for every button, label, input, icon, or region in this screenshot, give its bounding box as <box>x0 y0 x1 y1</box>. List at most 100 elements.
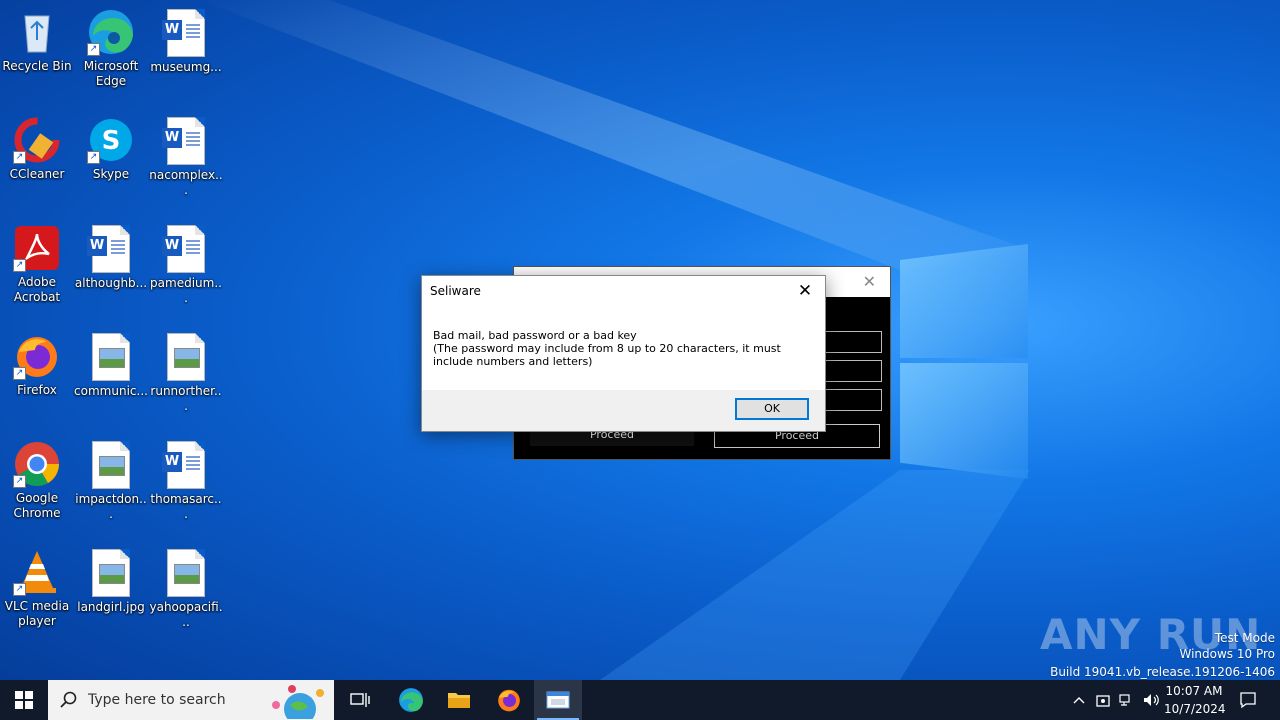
shortcut-arrow-icon: ↗ <box>13 367 26 380</box>
svg-text:S: S <box>102 126 121 156</box>
skype-icon: S ↗ <box>87 116 135 164</box>
windows-logo-pane-bottom <box>900 363 1028 479</box>
taskbar-firefox-button[interactable] <box>486 680 532 720</box>
desktop-icon-vlc[interactable]: ↗ VLC media player <box>0 548 74 629</box>
shortcut-arrow-icon: ↗ <box>87 43 100 56</box>
acrobat-icon: ↗ <box>13 224 61 272</box>
meet-now-icon <box>1096 695 1110 707</box>
desktop-icon-label: VLC media player <box>4 599 70 628</box>
background-window-close-icon[interactable]: ✕ <box>863 272 876 291</box>
desktop-icon-label: yahoopacifi... <box>149 600 223 629</box>
dialog-close-icon[interactable]: ✕ <box>791 278 819 304</box>
image-file-icon <box>87 333 135 381</box>
desktop-icon-firefox[interactable]: ↗ Firefox <box>0 332 74 398</box>
taskbar: Type here to search 10:07 AM 10/7/2024 <box>0 680 1280 720</box>
desktop-icon-image-file[interactable]: runnorther... <box>149 332 223 414</box>
desktop-icon-image-file[interactable]: impactdon... <box>74 440 148 522</box>
desktop-icon-google-chrome[interactable]: ↗ Google Chrome <box>0 440 74 521</box>
desktop-icon-recycle-bin[interactable]: Recycle Bin <box>0 8 74 74</box>
desktop-icon-label: museumg... <box>150 60 222 74</box>
clock-time[interactable]: 10:07 AM <box>1164 684 1224 698</box>
word-document-icon: W <box>162 9 210 57</box>
desktop-icon-label: runnorther... <box>150 384 222 413</box>
desktop-icon-word-doc[interactable]: W museumg... <box>149 8 223 75</box>
taskbar-search-box[interactable]: Type here to search <box>48 680 334 720</box>
dialog-message: Bad mail, bad password or a bad key (The… <box>433 329 781 368</box>
test-mode-text: Test Mode <box>1214 631 1275 645</box>
clock-date[interactable]: 10/7/2024 <box>1164 702 1226 716</box>
firefox-icon <box>498 689 520 712</box>
task-view-button[interactable] <box>340 680 380 720</box>
search-highlight-icon <box>272 685 324 719</box>
desktop-icon-label: landgirl.jpg <box>77 600 145 614</box>
start-button[interactable] <box>0 680 48 720</box>
app-window-icon <box>546 691 570 709</box>
speaker-icon <box>1144 694 1159 706</box>
desktop-icon-ccleaner[interactable]: ↗ CCleaner <box>0 116 74 182</box>
taskbar-seliware-button[interactable] <box>534 680 582 720</box>
dialog-title: Seliware <box>430 284 481 298</box>
shortcut-arrow-icon: ↗ <box>87 151 100 164</box>
desktop-icon-image-file[interactable]: communic... <box>74 332 148 399</box>
vlc-cone-icon: ↗ <box>13 548 61 596</box>
desktop-icon-label: Skype <box>92 167 130 181</box>
windows-edition-text: Windows 10 Pro <box>1179 647 1275 661</box>
folder-icon <box>448 693 470 708</box>
taskbar-file-explorer-button[interactable] <box>436 680 482 720</box>
shortcut-arrow-icon: ↗ <box>13 475 26 488</box>
network-icon <box>1119 694 1130 706</box>
desktop-icon-label: impactdon... <box>75 492 147 521</box>
build-text: Build 19041.vb_release.191206-1406 <box>1050 665 1275 679</box>
ccleaner-icon: ↗ <box>13 116 61 164</box>
word-document-icon: W <box>87 225 135 273</box>
tray-volume-button[interactable] <box>1140 680 1162 720</box>
desktop-icon-image-file[interactable]: yahoopacifi... <box>149 548 223 630</box>
image-file-icon <box>87 441 135 489</box>
task-view-icon <box>350 693 370 707</box>
desktop-icon-label: CCleaner <box>9 167 65 181</box>
action-center-button[interactable] <box>1236 680 1260 720</box>
search-placeholder: Type here to search <box>88 692 226 708</box>
desktop-icon-label: Microsoft Edge <box>83 59 139 88</box>
desktop-icon-label: althoughb... <box>74 276 148 290</box>
tray-meet-now-button[interactable] <box>1092 680 1114 720</box>
desktop-icon-word-doc[interactable]: W thomasarc... <box>149 440 223 522</box>
windows-start-icon <box>15 691 33 709</box>
show-hidden-icons-button[interactable] <box>1068 680 1090 720</box>
desktop-icon-adobe-acrobat[interactable]: ↗ Adobe Acrobat <box>0 224 74 305</box>
desktop-icon-skype[interactable]: S ↗ Skype <box>74 116 148 182</box>
desktop-icon-label: Recycle Bin <box>2 59 72 73</box>
desktop-icon-label: communic... <box>74 384 148 398</box>
image-file-icon <box>162 549 210 597</box>
chrome-icon: ↗ <box>13 440 61 488</box>
desktop-icon-word-doc[interactable]: W pamedium... <box>149 224 223 306</box>
notification-icon <box>1240 692 1256 709</box>
desktop-icon-label: Adobe Acrobat <box>13 275 61 304</box>
shortcut-arrow-icon: ↗ <box>13 583 26 596</box>
search-icon <box>60 691 77 708</box>
desktop-icon-image-file[interactable]: landgirl.jpg <box>74 548 148 615</box>
desktop-icon-label: nacomplex... <box>149 168 223 197</box>
chevron-up-icon <box>1073 697 1085 704</box>
image-file-icon <box>87 549 135 597</box>
desktop-icon-word-doc[interactable]: W althoughb... <box>74 224 148 291</box>
desktop-icon-label: pamedium... <box>150 276 222 305</box>
desktop-icon-word-doc[interactable]: W nacomplex... <box>149 116 223 198</box>
windows-logo-pane-top <box>900 244 1028 358</box>
desktop-icon-label: Google Chrome <box>13 491 61 520</box>
desktop-icon-label: Firefox <box>17 383 57 397</box>
desktop-icon-label: thomasarc... <box>150 492 222 521</box>
word-document-icon: W <box>162 441 210 489</box>
word-document-icon: W <box>162 225 210 273</box>
tray-network-button[interactable] <box>1116 680 1138 720</box>
firefox-icon: ↗ <box>13 332 61 380</box>
edge-icon: ↗ <box>87 8 135 56</box>
desktop-icon-microsoft-edge[interactable]: ↗ Microsoft Edge <box>74 8 148 89</box>
error-message-dialog: Seliware ✕ Bad mail, bad password or a b… <box>421 275 826 432</box>
dialog-footer: OK <box>422 390 825 431</box>
shortcut-arrow-icon: ↗ <box>13 259 26 272</box>
recycle-bin-icon <box>13 8 61 56</box>
ok-button[interactable]: OK <box>735 398 809 420</box>
taskbar-edge-button[interactable] <box>388 680 434 720</box>
shortcut-arrow-icon: ↗ <box>13 151 26 164</box>
